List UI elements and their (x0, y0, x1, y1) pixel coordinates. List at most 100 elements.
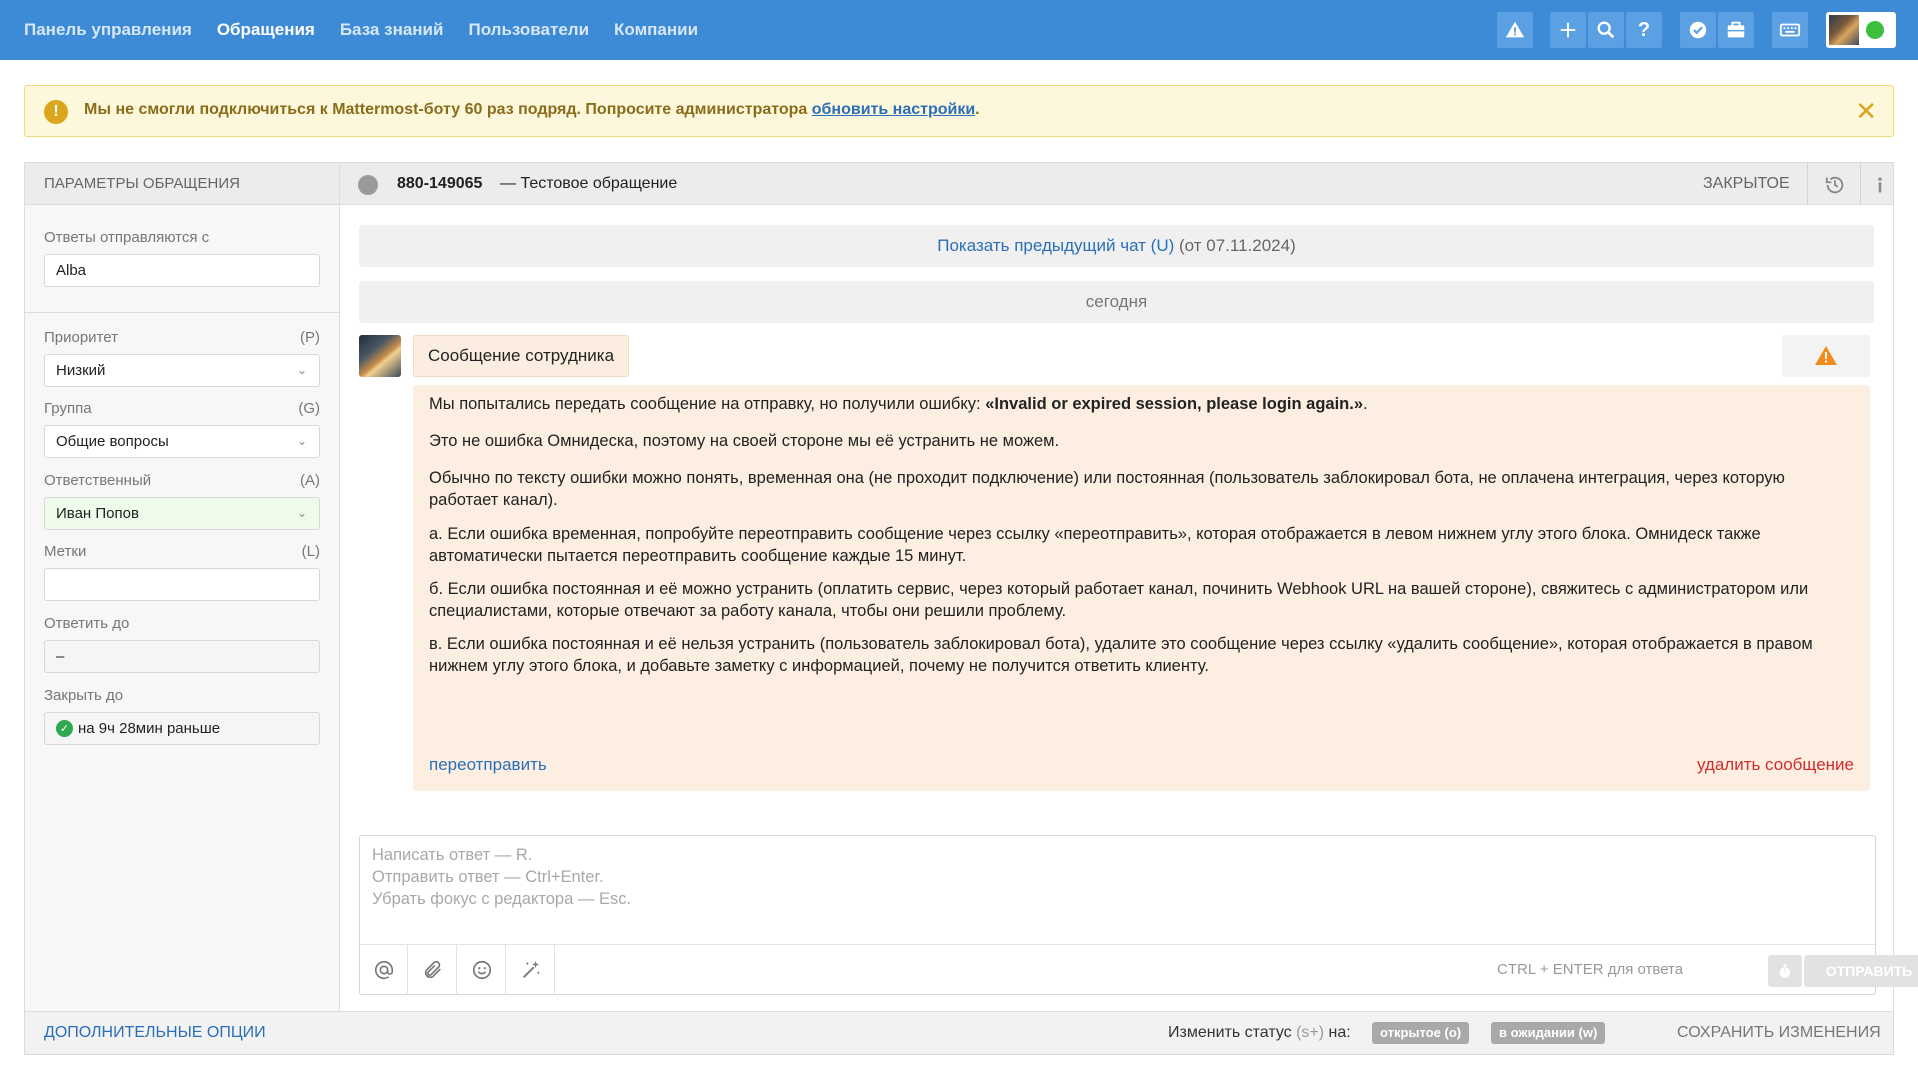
reply-until-label: Ответить до (44, 615, 130, 632)
case-chat: 880-149065 — Тестовое обращение ЗАКРЫТОЕ… (340, 163, 1918, 1011)
status-pending-button[interactable]: в ожидании (w) (1491, 1022, 1606, 1044)
editor-placeholder-line: Убрать фокус с редактора — Esc. (372, 890, 632, 908)
case-id: 880-149065 (397, 175, 483, 192)
group-value: Общие вопросы (56, 433, 169, 450)
priority-select[interactable]: Низкий ⌄ (44, 354, 320, 387)
tags-input[interactable] (44, 568, 320, 601)
error-code: «Invalid or expired session, please logi… (985, 395, 1364, 413)
editor-toolbar: CTRL + ENTER для ответа ОТПРАВИТЬ (360, 944, 1918, 995)
editor-placeholder-line: Отправить ответ — Ctrl+Enter. (372, 868, 604, 886)
error-paragraph: Это не ошибка Омнидеска, поэтому на свое… (429, 432, 1060, 450)
send-button[interactable]: ОТПРАВИТЬ (1804, 955, 1918, 987)
history-icon[interactable] (1824, 174, 1846, 202)
close-until-value: на 9ч 28мин раньше (78, 720, 221, 737)
assignee-shortcut: (A) (300, 472, 320, 489)
nav-knowledge-base[interactable]: База знаний (340, 20, 444, 40)
previous-chat-date: (от 07.11.2024) (1179, 236, 1296, 255)
group-field: Группа (G) Общие вопросы ⌄ (44, 400, 320, 458)
divider (1807, 163, 1808, 205)
assignee-value: Иван Попов (56, 505, 139, 522)
case-separator: — (500, 175, 516, 192)
mention-icon[interactable] (360, 945, 408, 995)
tags-shortcut: (L) (301, 543, 320, 560)
group-shortcut: (G) (298, 400, 320, 417)
delayed-send-button[interactable] (1768, 955, 1802, 987)
info-icon[interactable] (1870, 174, 1890, 202)
save-changes-button[interactable]: СОХРАНИТЬ ИЗМЕНЕНИЯ (1677, 1024, 1881, 1042)
close-until-field: Закрыть до ✓ на 9ч 28мин раньше (44, 687, 320, 745)
case-params-sidebar: ПАРАМЕТРЫ ОБРАЩЕНИЯ Ответы отправляются … (25, 163, 340, 1011)
show-previous-chat-link[interactable]: Показать предыдущий чат (U) (937, 236, 1174, 255)
delivery-error-block: Мы попытались передать сообщение на отпр… (413, 385, 1870, 791)
tags-field: Метки (L) (44, 543, 320, 601)
avatar (359, 335, 401, 377)
more-options-link[interactable]: ДОПОЛНИТЕЛЬНЫЕ ОПЦИИ (44, 1024, 266, 1042)
nav-companies[interactable]: Компании (614, 20, 698, 40)
reply-from-label: Ответы отправляются с (44, 229, 210, 246)
case-footer: ДОПОЛНИТЕЛЬНЫЕ ОПЦИИ Изменить статус (s+… (25, 1011, 1893, 1054)
user-menu[interactable] (1826, 12, 1896, 48)
chevron-down-icon: ⌄ (296, 363, 307, 377)
magic-wand-icon[interactable] (507, 945, 555, 995)
change-status-shortcut: (s+) (1296, 1024, 1325, 1041)
change-status-suffix: на: (1328, 1024, 1351, 1041)
briefcase-icon[interactable] (1718, 12, 1754, 48)
delete-message-link[interactable]: удалить сообщение (1697, 755, 1854, 775)
divider (25, 312, 339, 313)
group-select[interactable]: Общие вопросы ⌄ (44, 425, 320, 458)
keyboard-icon[interactable] (1772, 12, 1808, 48)
search-icon[interactable] (1588, 12, 1624, 48)
emoji-icon[interactable] (458, 945, 506, 995)
change-status-text: Изменить статус (1168, 1024, 1292, 1041)
reply-until-field: Ответить до – (44, 615, 320, 673)
assignee-select[interactable]: Иван Попов ⌄ (44, 497, 320, 530)
status-open-button[interactable]: открытое (o) (1372, 1022, 1470, 1044)
avatar (1829, 15, 1859, 45)
priority-label: Приоритет (44, 329, 118, 346)
exclamation-icon: ! (44, 100, 68, 124)
mattermost-alert: ! Мы не смогли подключиться к Mattermost… (24, 85, 1894, 137)
warning-icon[interactable] (1782, 335, 1870, 377)
group-label: Группа (44, 400, 92, 417)
priority-shortcut: (P) (300, 329, 320, 346)
close-until-value-box: ✓ на 9ч 28мин раньше (44, 712, 320, 745)
close-icon[interactable]: ✕ (1855, 96, 1877, 127)
help-glyph: ? (1637, 18, 1651, 41)
change-status-label: Изменить статус (s+) на: (1168, 1024, 1351, 1042)
check-circle-icon: ✓ (56, 720, 73, 737)
nav-dashboard[interactable]: Панель управления (24, 20, 192, 40)
reply-from-field: Ответы отправляются с Alba (44, 229, 320, 287)
priority-value: Низкий (56, 362, 106, 379)
reply-from-value: Alba (56, 262, 87, 279)
case-title: — Тестовое обращение (500, 175, 677, 193)
reply-editor[interactable]: Написать ответ — R. Отправить ответ — Ct… (359, 835, 1918, 995)
plus-icon[interactable] (1550, 12, 1586, 48)
reply-from-input[interactable]: Alba (44, 254, 320, 287)
reply-until-value-box: – (44, 640, 320, 673)
resend-link[interactable]: переотправить (429, 755, 547, 775)
error-text: . (1363, 395, 1368, 413)
editor-placeholder-line: Написать ответ — R. (372, 846, 533, 864)
case-subject: Тестовое обращение (520, 175, 678, 192)
warning-icon[interactable] (1497, 12, 1533, 48)
nav-users[interactable]: Пользователи (468, 20, 589, 40)
attachment-icon[interactable] (409, 945, 457, 995)
check-circle-icon[interactable] (1680, 12, 1716, 48)
help-icon[interactable]: ? (1626, 12, 1662, 48)
error-text: Мы попытались передать сообщение на отпр… (429, 395, 986, 413)
update-settings-link[interactable]: обновить настройки (812, 101, 975, 118)
message-type-badge: Сообщение сотрудника (413, 335, 630, 377)
date-separator: сегодня (359, 281, 1874, 323)
close-until-label: Закрыть до (44, 687, 124, 704)
tags-label: Метки (44, 543, 87, 560)
chevron-down-icon: ⌄ (296, 434, 307, 448)
main-nav: Панель управления Обращения База знаний … (24, 0, 698, 60)
alert-message: Мы не смогли подключиться к Mattermost-б… (84, 101, 980, 119)
chevron-down-icon: ⌄ (296, 506, 307, 520)
error-paragraph: а. Если ошибка временная, попробуйте пер… (429, 525, 1761, 565)
case-status: ЗАКРЫТОЕ (1703, 175, 1790, 192)
params-header: ПАРАМЕТРЫ ОБРАЩЕНИЯ (25, 163, 339, 205)
send-shortcut-hint: CTRL + ENTER для ответа (1497, 961, 1684, 978)
nav-cases[interactable]: Обращения (217, 20, 315, 40)
error-paragraph: Мы попытались передать сообщение на отпр… (429, 393, 1849, 415)
